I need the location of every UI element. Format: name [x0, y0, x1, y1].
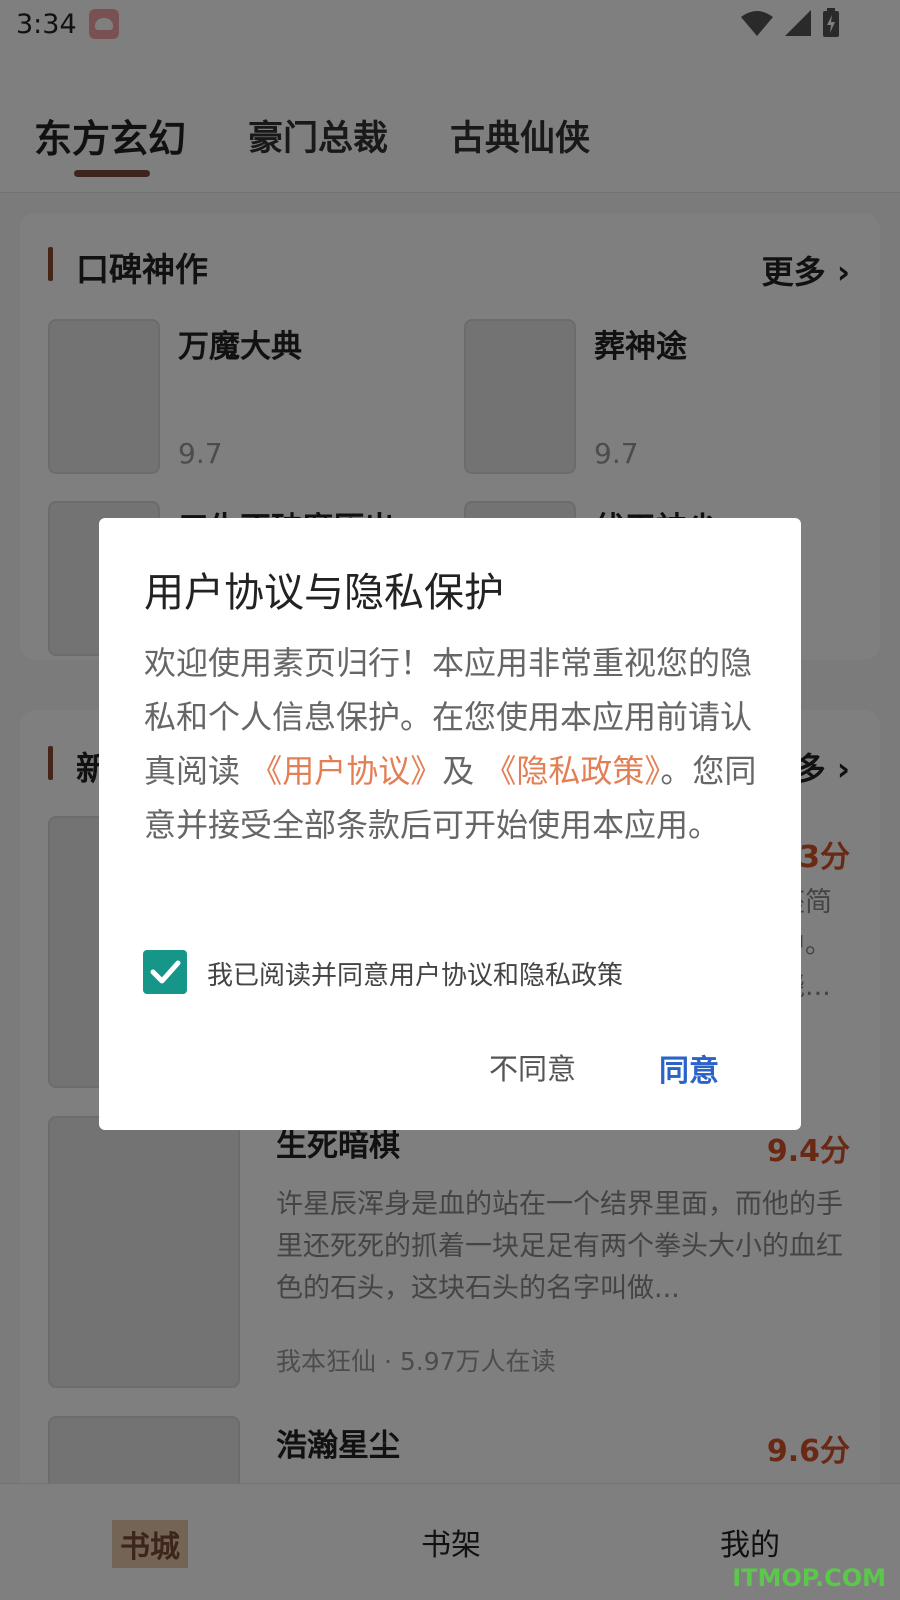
dialog-title: 用户协议与隐私保护 [144, 570, 504, 616]
privacy-dialog: 用户协议与隐私保护 欢迎使用素页归行！本应用非常重视您的隐私和个人信息保护。在您… [99, 518, 801, 1130]
user-agreement-link[interactable]: 《用户协议》 [250, 752, 442, 790]
watermark: ITMOP.COM [732, 1564, 886, 1592]
decline-button[interactable]: 不同意 [489, 1046, 576, 1088]
dialog-body: 欢迎使用素页归行！本应用非常重视您的隐私和个人信息保护。在您使用本应用前请认真阅… [144, 636, 764, 852]
privacy-policy-link[interactable]: 《隐私政策》 [484, 752, 660, 790]
body-text: 及 [442, 752, 475, 790]
checkbox-label[interactable]: 我已阅读并同意用户协议和隐私政策 [207, 955, 623, 992]
agree-button[interactable]: 同意 [659, 1046, 719, 1090]
checkmark-icon [150, 960, 181, 984]
agree-checkbox[interactable] [143, 950, 187, 994]
